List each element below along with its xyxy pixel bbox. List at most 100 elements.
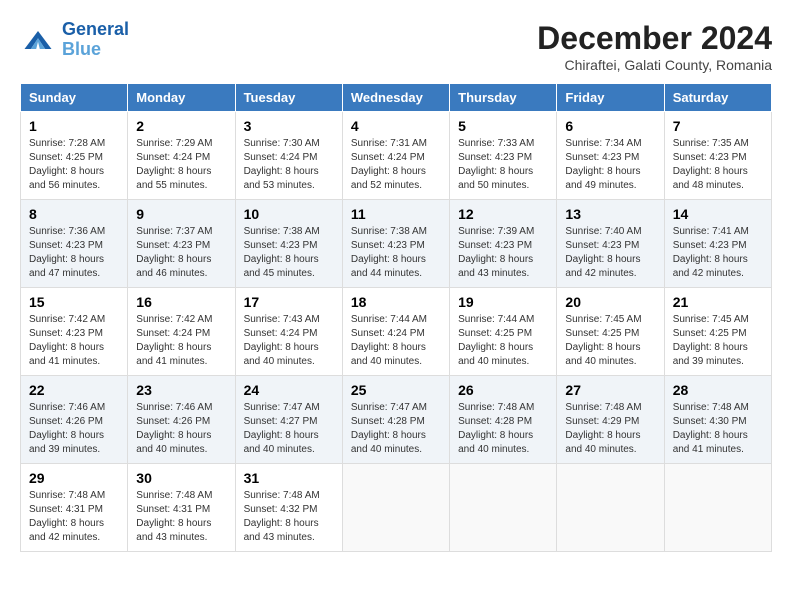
daylight-label: Daylight: 8 hours and 40 minutes. (458, 430, 533, 455)
day-info: Sunrise: 7:48 AM Sunset: 4:28 PM Dayligh… (458, 401, 548, 457)
day-info: Sunrise: 7:34 AM Sunset: 4:23 PM Dayligh… (565, 137, 655, 193)
sunset-label: Sunset: 4:32 PM (244, 504, 318, 515)
sunrise-label: Sunrise: 7:29 AM (136, 138, 212, 149)
sunset-label: Sunset: 4:24 PM (136, 328, 210, 339)
calendar-day-cell: 2 Sunrise: 7:29 AM Sunset: 4:24 PM Dayli… (128, 112, 235, 200)
title-block: December 2024 Chiraftei, Galati County, … (537, 20, 772, 73)
location-subtitle: Chiraftei, Galati County, Romania (537, 57, 772, 73)
day-number: 29 (29, 470, 119, 486)
calendar-week-row: 1 Sunrise: 7:28 AM Sunset: 4:25 PM Dayli… (21, 112, 772, 200)
daylight-label: Daylight: 8 hours and 40 minutes. (458, 342, 533, 367)
calendar-day-cell: 4 Sunrise: 7:31 AM Sunset: 4:24 PM Dayli… (342, 112, 449, 200)
day-number: 10 (244, 206, 334, 222)
calendar-day-cell: 7 Sunrise: 7:35 AM Sunset: 4:23 PM Dayli… (664, 112, 771, 200)
day-info: Sunrise: 7:44 AM Sunset: 4:24 PM Dayligh… (351, 313, 441, 369)
day-number: 14 (673, 206, 763, 222)
calendar-day-cell: 10 Sunrise: 7:38 AM Sunset: 4:23 PM Dayl… (235, 200, 342, 288)
day-number: 26 (458, 382, 548, 398)
day-info: Sunrise: 7:31 AM Sunset: 4:24 PM Dayligh… (351, 137, 441, 193)
sunset-label: Sunset: 4:24 PM (351, 328, 425, 339)
day-number: 13 (565, 206, 655, 222)
day-number: 19 (458, 294, 548, 310)
sunrise-label: Sunrise: 7:34 AM (565, 138, 641, 149)
daylight-label: Daylight: 8 hours and 40 minutes. (565, 430, 640, 455)
day-number: 31 (244, 470, 334, 486)
day-number: 4 (351, 118, 441, 134)
calendar-day-cell: 21 Sunrise: 7:45 AM Sunset: 4:25 PM Dayl… (664, 288, 771, 376)
daylight-label: Daylight: 8 hours and 41 minutes. (136, 342, 211, 367)
sunrise-label: Sunrise: 7:42 AM (136, 314, 212, 325)
daylight-label: Daylight: 8 hours and 44 minutes. (351, 254, 426, 279)
sunset-label: Sunset: 4:27 PM (244, 416, 318, 427)
sunrise-label: Sunrise: 7:43 AM (244, 314, 320, 325)
daylight-label: Daylight: 8 hours and 45 minutes. (244, 254, 319, 279)
day-info: Sunrise: 7:43 AM Sunset: 4:24 PM Dayligh… (244, 313, 334, 369)
col-tuesday: Tuesday (235, 84, 342, 112)
sunrise-label: Sunrise: 7:35 AM (673, 138, 749, 149)
sunrise-label: Sunrise: 7:33 AM (458, 138, 534, 149)
day-info: Sunrise: 7:30 AM Sunset: 4:24 PM Dayligh… (244, 137, 334, 193)
sunset-label: Sunset: 4:23 PM (29, 328, 103, 339)
daylight-label: Daylight: 8 hours and 41 minutes. (673, 430, 748, 455)
daylight-label: Daylight: 8 hours and 40 minutes. (244, 342, 319, 367)
day-number: 9 (136, 206, 226, 222)
day-number: 23 (136, 382, 226, 398)
daylight-label: Daylight: 8 hours and 43 minutes. (136, 518, 211, 543)
col-thursday: Thursday (450, 84, 557, 112)
daylight-label: Daylight: 8 hours and 40 minutes. (136, 430, 211, 455)
calendar-day-cell: 3 Sunrise: 7:30 AM Sunset: 4:24 PM Dayli… (235, 112, 342, 200)
day-number: 25 (351, 382, 441, 398)
col-friday: Friday (557, 84, 664, 112)
day-info: Sunrise: 7:46 AM Sunset: 4:26 PM Dayligh… (136, 401, 226, 457)
day-info: Sunrise: 7:44 AM Sunset: 4:25 PM Dayligh… (458, 313, 548, 369)
sunset-label: Sunset: 4:26 PM (29, 416, 103, 427)
sunset-label: Sunset: 4:25 PM (458, 328, 532, 339)
daylight-label: Daylight: 8 hours and 43 minutes. (244, 518, 319, 543)
day-info: Sunrise: 7:28 AM Sunset: 4:25 PM Dayligh… (29, 137, 119, 193)
day-number: 8 (29, 206, 119, 222)
day-info: Sunrise: 7:45 AM Sunset: 4:25 PM Dayligh… (673, 313, 763, 369)
sunset-label: Sunset: 4:23 PM (458, 152, 532, 163)
calendar-day-cell: 24 Sunrise: 7:47 AM Sunset: 4:27 PM Dayl… (235, 376, 342, 464)
day-info: Sunrise: 7:29 AM Sunset: 4:24 PM Dayligh… (136, 137, 226, 193)
day-info: Sunrise: 7:36 AM Sunset: 4:23 PM Dayligh… (29, 225, 119, 281)
calendar-day-cell: 5 Sunrise: 7:33 AM Sunset: 4:23 PM Dayli… (450, 112, 557, 200)
sunrise-label: Sunrise: 7:41 AM (673, 226, 749, 237)
calendar-day-cell: 28 Sunrise: 7:48 AM Sunset: 4:30 PM Dayl… (664, 376, 771, 464)
daylight-label: Daylight: 8 hours and 56 minutes. (29, 166, 104, 191)
calendar-day-cell (450, 464, 557, 552)
sunrise-label: Sunrise: 7:48 AM (673, 402, 749, 413)
sunset-label: Sunset: 4:24 PM (244, 328, 318, 339)
calendar-week-row: 15 Sunrise: 7:42 AM Sunset: 4:23 PM Dayl… (21, 288, 772, 376)
day-info: Sunrise: 7:42 AM Sunset: 4:24 PM Dayligh… (136, 313, 226, 369)
sunrise-label: Sunrise: 7:47 AM (244, 402, 320, 413)
sunrise-label: Sunrise: 7:48 AM (244, 490, 320, 501)
sunset-label: Sunset: 4:29 PM (565, 416, 639, 427)
day-number: 27 (565, 382, 655, 398)
page-header: General Blue December 2024 Chiraftei, Ga… (20, 20, 772, 73)
col-wednesday: Wednesday (342, 84, 449, 112)
daylight-label: Daylight: 8 hours and 42 minutes. (29, 518, 104, 543)
sunrise-label: Sunrise: 7:48 AM (565, 402, 641, 413)
sunset-label: Sunset: 4:30 PM (673, 416, 747, 427)
daylight-label: Daylight: 8 hours and 42 minutes. (673, 254, 748, 279)
daylight-label: Daylight: 8 hours and 40 minutes. (351, 342, 426, 367)
col-monday: Monday (128, 84, 235, 112)
day-info: Sunrise: 7:37 AM Sunset: 4:23 PM Dayligh… (136, 225, 226, 281)
daylight-label: Daylight: 8 hours and 39 minutes. (673, 342, 748, 367)
day-number: 17 (244, 294, 334, 310)
day-info: Sunrise: 7:48 AM Sunset: 4:32 PM Dayligh… (244, 489, 334, 545)
sunrise-label: Sunrise: 7:48 AM (136, 490, 212, 501)
day-number: 20 (565, 294, 655, 310)
daylight-label: Daylight: 8 hours and 48 minutes. (673, 166, 748, 191)
day-info: Sunrise: 7:38 AM Sunset: 4:23 PM Dayligh… (244, 225, 334, 281)
daylight-label: Daylight: 8 hours and 52 minutes. (351, 166, 426, 191)
sunset-label: Sunset: 4:23 PM (458, 240, 532, 251)
calendar-day-cell: 1 Sunrise: 7:28 AM Sunset: 4:25 PM Dayli… (21, 112, 128, 200)
sunset-label: Sunset: 4:25 PM (565, 328, 639, 339)
sunrise-label: Sunrise: 7:45 AM (673, 314, 749, 325)
calendar-day-cell: 13 Sunrise: 7:40 AM Sunset: 4:23 PM Dayl… (557, 200, 664, 288)
day-info: Sunrise: 7:40 AM Sunset: 4:23 PM Dayligh… (565, 225, 655, 281)
calendar-day-cell: 25 Sunrise: 7:47 AM Sunset: 4:28 PM Dayl… (342, 376, 449, 464)
daylight-label: Daylight: 8 hours and 50 minutes. (458, 166, 533, 191)
